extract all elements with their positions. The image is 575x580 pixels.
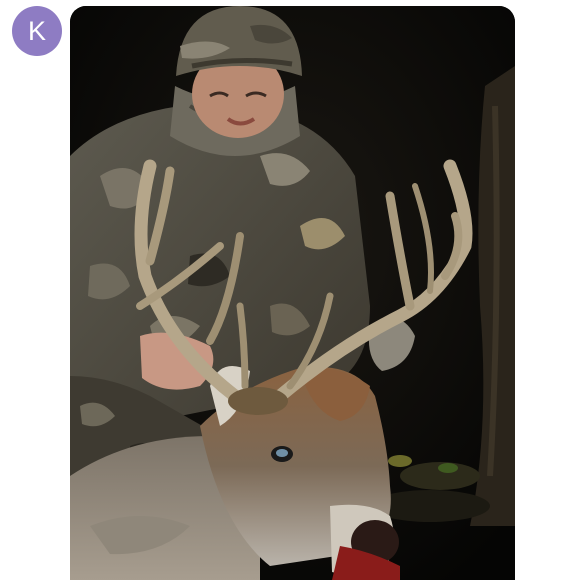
- sender-avatar[interactable]: K: [12, 6, 62, 56]
- photo-illustration: [70, 6, 515, 580]
- message-photo[interactable]: [70, 6, 515, 580]
- avatar-initial: K: [27, 15, 46, 46]
